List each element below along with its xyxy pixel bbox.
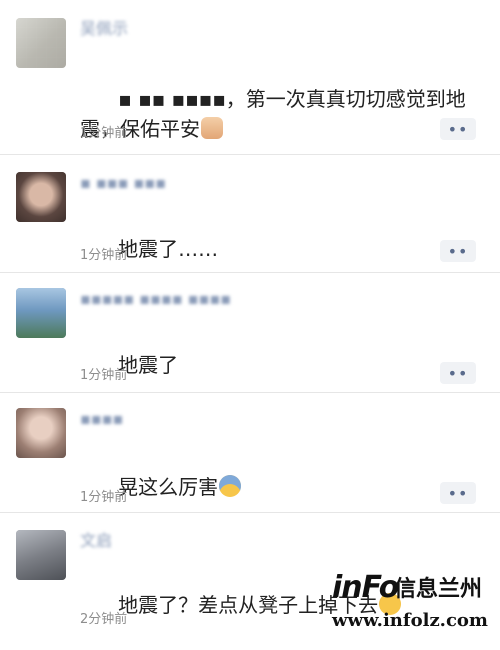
folded-hands-icon <box>201 117 223 139</box>
comment-item: ▪▪▪▪ 晃这么厉害 1分钟前 •• <box>0 408 500 508</box>
commenter-name[interactable]: 吴佩示 <box>80 18 128 40</box>
comment-item: ▪ ▪▪▪ ▪▪▪ 地震了…… 1分钟前 •• <box>0 172 500 272</box>
comment-item: 吴佩示 ▪ ▪▪ ▪▪▪▪，第一次真真切切感觉到地震，保佑平安 1分钟前 •• <box>0 18 500 148</box>
more-icon: •• <box>447 119 469 139</box>
comment-item: ▪▪▪▪▪ ▪▪▪▪ ▪▪▪▪ 地震了 1分钟前 •• <box>0 288 500 388</box>
divider <box>0 512 500 513</box>
watermark: inFo 信息兰州 www.infolz.com <box>330 568 500 635</box>
commenter-name[interactable]: ▪▪▪▪▪ ▪▪▪▪ ▪▪▪▪ <box>80 288 231 310</box>
comment-time: 1分钟前 <box>80 368 128 383</box>
more-options-button[interactable]: •• <box>440 482 476 504</box>
watermark-url: www.infolz.com <box>332 610 488 631</box>
divider <box>0 392 500 393</box>
comment-time: 1分钟前 <box>80 126 128 141</box>
more-options-button[interactable]: •• <box>440 240 476 262</box>
avatar[interactable] <box>16 288 66 338</box>
more-icon: •• <box>447 363 469 383</box>
more-options-button[interactable]: •• <box>440 362 476 384</box>
divider <box>0 272 500 273</box>
watermark-site-name: 信息兰州 <box>394 577 483 602</box>
avatar[interactable] <box>16 172 66 222</box>
comment-body: ▪ ▪▪ ▪▪▪▪，第一次真真切切感觉到地震，保佑平安 <box>80 87 466 141</box>
avatar[interactable] <box>16 530 66 580</box>
more-icon: •• <box>447 241 469 261</box>
comment-text: ▪ ▪▪ ▪▪▪▪，第一次真真切切感觉到地震，保佑平安 <box>80 54 480 174</box>
commenter-name[interactable]: ▪▪▪▪ <box>80 408 123 430</box>
comment-text: 晃这么厉害 <box>80 442 480 532</box>
comment-text: 地震了 <box>80 320 480 410</box>
commenter-name[interactable]: 文启 <box>80 530 112 552</box>
comment-feed: 吴佩示 ▪ ▪▪ ▪▪▪▪，第一次真真切切感觉到地震，保佑平安 1分钟前 •• … <box>0 0 500 635</box>
more-options-button[interactable]: •• <box>440 118 476 140</box>
commenter-name[interactable]: ▪ ▪▪▪ ▪▪▪ <box>80 172 166 194</box>
comment-body: 晃这么厉害 <box>118 475 219 499</box>
avatar[interactable] <box>16 408 66 458</box>
more-icon: •• <box>447 483 469 503</box>
avatar[interactable] <box>16 18 66 68</box>
comment-text: 地震了…… <box>80 204 480 294</box>
watermark-logo-text: inFo <box>332 570 399 605</box>
fearful-face-icon <box>219 475 242 497</box>
watermark-logo: inFo <box>332 568 399 608</box>
comment-body: 地震了…… <box>118 237 219 261</box>
comment-time: 1分钟前 <box>80 248 128 263</box>
comment-time: 2分钟前 <box>80 612 128 627</box>
comment-time: 1分钟前 <box>80 490 128 505</box>
divider <box>0 154 500 155</box>
